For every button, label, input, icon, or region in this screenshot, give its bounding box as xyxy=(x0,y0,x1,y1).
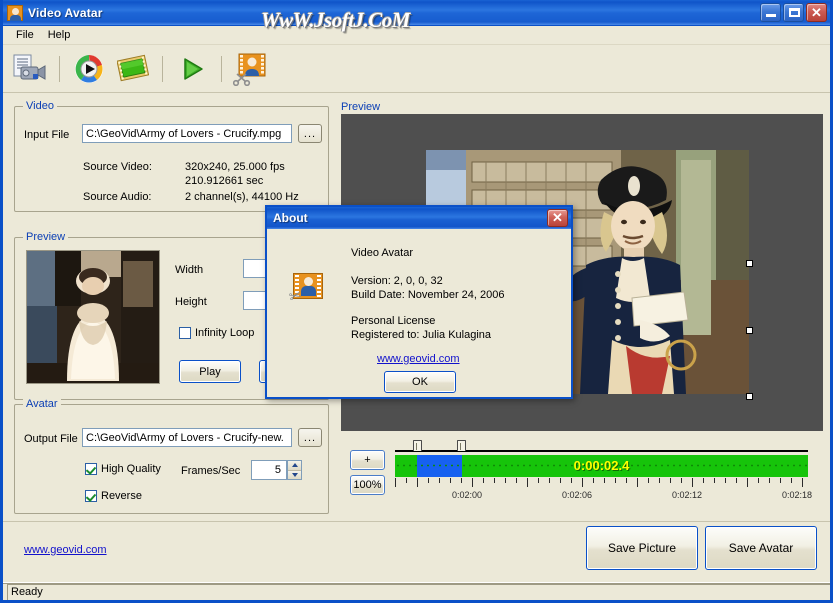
output-file-field[interactable]: C:\GeoVid\Army of Lovers - Crucify-new. xyxy=(82,428,292,447)
infinity-loop-box[interactable] xyxy=(179,327,191,339)
about-dialog-title-bar: About ✕ xyxy=(267,207,571,229)
timeline-tick-label-2: 0:02:12 xyxy=(672,490,703,500)
timeline-zoom-in-button[interactable]: + xyxy=(350,450,385,470)
menu-bar: File Help xyxy=(3,26,830,45)
output-file-label: Output File xyxy=(24,433,78,445)
geovid-link[interactable]: www.geovid.com xyxy=(24,544,107,556)
about-ok-button[interactable]: OK xyxy=(384,371,456,393)
toolbar-separator xyxy=(221,55,222,82)
about-app-name: Video Avatar xyxy=(351,247,413,259)
frames-sec-spinner[interactable] xyxy=(287,460,302,480)
timeline-bar[interactable]: 0:00:02.4 xyxy=(395,455,808,477)
output-file-browse-button[interactable]: ... xyxy=(298,428,322,447)
spinner-down-arrow[interactable] xyxy=(288,470,301,479)
reverse-checkbox[interactable]: Reverse xyxy=(85,490,142,502)
about-dialog-body: ✂ Video Avatar Version: 2, 0, 0, 32 Buil… xyxy=(267,229,571,397)
input-file-browse-button[interactable]: ... xyxy=(298,124,322,143)
status-bar: Ready xyxy=(3,582,830,600)
avatar-group-legend: Avatar xyxy=(23,398,61,410)
timeline-tick-label-0: 0:02:00 xyxy=(452,490,483,500)
about-geovid-link[interactable]: www.geovid.com xyxy=(377,353,460,365)
high-quality-label: High Quality xyxy=(101,463,161,475)
high-quality-box[interactable] xyxy=(85,463,97,475)
maximize-button[interactable] xyxy=(783,3,804,22)
source-video-value-2: 210.912661 sec xyxy=(185,175,264,187)
about-dialog-title: About xyxy=(273,211,308,225)
toolbar xyxy=(3,45,830,93)
title-bar: Video Avatar ✕ xyxy=(3,0,830,26)
media-player-icon[interactable] xyxy=(68,48,110,90)
open-video-icon[interactable] xyxy=(9,48,51,90)
about-app-icon: ✂ xyxy=(287,273,323,306)
play-button[interactable]: Play xyxy=(179,360,241,383)
frames-sec-input[interactable]: 5 xyxy=(251,460,287,480)
reverse-label: Reverse xyxy=(101,490,142,502)
about-license: Personal License xyxy=(351,315,436,327)
preview-panel-legend-wrap: Preview xyxy=(341,101,380,113)
source-video-value-1: 320x240, 25.000 fps xyxy=(185,161,285,173)
source-video-label: Source Video: xyxy=(83,161,152,173)
play-icon[interactable] xyxy=(171,48,213,90)
infinity-loop-checkbox[interactable]: Infinity Loop xyxy=(179,327,254,339)
timeline-marker-end[interactable] xyxy=(457,440,466,451)
height-label: Height xyxy=(175,296,207,308)
close-button[interactable]: ✕ xyxy=(806,3,827,22)
video-group: Video Input File C:\GeoVid\Army of Lover… xyxy=(14,100,329,212)
source-audio-label: Source Audio: xyxy=(83,191,152,203)
video-group-legend: Video xyxy=(23,100,57,112)
save-picture-button[interactable]: Save Picture xyxy=(586,526,698,570)
source-audio-value: 2 channel(s), 44100 Hz xyxy=(185,191,299,203)
main-window: Video Avatar ✕ WwW.JsoftJ.CoM File Help xyxy=(0,0,833,603)
menu-item-help[interactable]: Help xyxy=(41,28,78,42)
window-title: Video Avatar xyxy=(28,5,103,20)
input-file-label: Input File xyxy=(24,129,70,141)
avatar-icon[interactable] xyxy=(230,48,272,90)
footer-bar: www.geovid.com Save Picture Save Avatar xyxy=(3,521,830,579)
about-version: Version: 2, 0, 0, 32 xyxy=(351,275,443,287)
capture-icon[interactable] xyxy=(112,48,154,90)
width-label: Width xyxy=(175,264,204,276)
timeline-ruler: 0:02:00 0:02:06 0:02:12 0:02:18 xyxy=(395,478,812,502)
preview-panel-legend: Preview xyxy=(341,101,381,113)
input-file-field[interactable]: C:\GeoVid\Army of Lovers - Crucify.mpg xyxy=(82,124,292,143)
minimize-button[interactable] xyxy=(760,3,781,22)
save-avatar-button[interactable]: Save Avatar xyxy=(705,526,817,570)
status-text: Ready xyxy=(7,583,830,600)
selection-handle-bottom-right[interactable] xyxy=(746,393,753,400)
toolbar-separator xyxy=(59,55,60,82)
toolbar-separator xyxy=(162,55,163,82)
timeline-tick-label-3: 0:02:18 xyxy=(782,490,813,500)
infinity-loop-label: Infinity Loop xyxy=(195,327,255,339)
app-avatar-icon xyxy=(7,4,23,21)
selection-handle-middle-right[interactable] xyxy=(746,327,753,334)
selection-handle-top-right[interactable] xyxy=(746,260,753,267)
about-dialog: About ✕ ✂ Video Avatar Version: 2, 0, 0,… xyxy=(265,205,573,399)
frames-sec-label: Frames/Sec xyxy=(181,465,241,477)
window-controls: ✕ xyxy=(760,3,827,22)
timeline-zoom-level-button[interactable]: 100% xyxy=(350,475,385,495)
timeline-current-time: 0:00:02.4 xyxy=(573,458,630,473)
spinner-up-arrow[interactable] xyxy=(288,461,301,471)
high-quality-checkbox[interactable]: High Quality xyxy=(85,463,161,475)
timeline-tick-label-1: 0:02:06 xyxy=(562,490,593,500)
avatar-group: Avatar Output File C:\GeoVid\Army of Lov… xyxy=(14,398,329,514)
preview-thumbnail xyxy=(26,250,160,384)
reverse-box[interactable] xyxy=(85,490,97,502)
timeline-marker-start[interactable] xyxy=(413,440,422,451)
about-registered-to: Registered to: Julia Kulagina xyxy=(351,329,492,341)
about-dialog-close-button[interactable]: ✕ xyxy=(547,209,568,227)
about-build-date: Build Date: November 24, 2006 xyxy=(351,289,505,301)
menu-item-file[interactable]: File xyxy=(9,28,41,42)
preview-group-legend: Preview xyxy=(23,231,69,243)
